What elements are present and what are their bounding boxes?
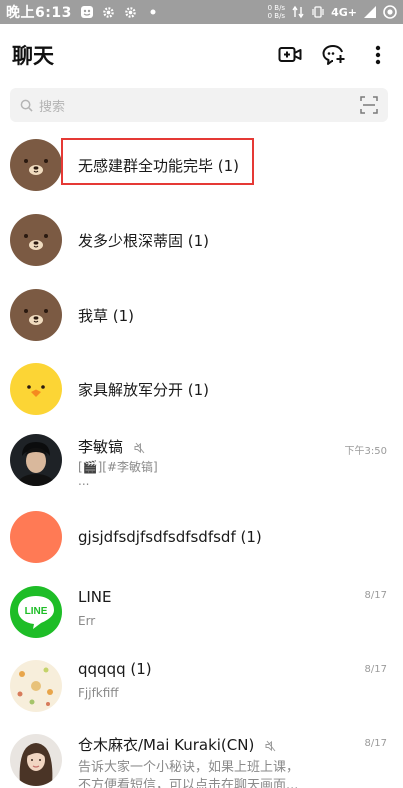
status-time: 晚上6:13 <box>6 5 72 21</box>
vibrate-icon <box>311 5 325 19</box>
page-title: 聊天 <box>12 44 54 68</box>
avatar <box>10 511 62 563</box>
chat-name: qqqqq (1) <box>78 660 152 678</box>
chat-preview: [🎬][#李敏镐] <box>78 460 158 474</box>
chat-name: 李敏镐 <box>78 436 146 457</box>
status-bar: 晚上6:13 0 B/s 0 B/s 4G+ <box>0 0 403 24</box>
brown-bear-icon <box>10 289 62 341</box>
chat-time: 下午3:50 <box>344 446 387 457</box>
search-input[interactable]: 搜索 <box>39 96 65 115</box>
brown-bear-icon <box>10 139 62 191</box>
settings-gear-icon <box>102 5 116 19</box>
chat-add-icon <box>322 45 345 65</box>
new-chat-button[interactable] <box>321 42 347 68</box>
svg-text:LINE: LINE <box>25 606 48 617</box>
chat-preview-2: ... <box>78 474 90 488</box>
app-header: 聊天 <box>0 24 403 86</box>
chat-preview-2: 不方便看短信，可以点击在聊天画面... <box>78 778 299 788</box>
network-type: 4G+ <box>331 5 357 19</box>
qr-scan-icon[interactable] <box>360 96 378 114</box>
avatar <box>10 434 62 486</box>
avatar <box>10 139 62 191</box>
photo-man-icon <box>10 434 62 486</box>
chat-name: 家具解放军分开 (1) <box>78 380 210 399</box>
chat-row[interactable]: 仓木麻衣/Mai Kuraki(CN) 8/17 告诉大家一个小秘诀，如果上班上… <box>0 722 403 788</box>
more-options-button[interactable] <box>365 42 391 68</box>
brown-bear-icon <box>10 214 62 266</box>
avatar <box>10 214 62 266</box>
cartoon-pattern-icon <box>10 660 62 712</box>
avatar <box>10 363 62 415</box>
ghost-app-icon <box>80 5 94 19</box>
chat-name: 我草 (1) <box>78 306 135 325</box>
chat-row[interactable]: 发多少根深蒂固 (1) <box>0 203 403 277</box>
chat-row[interactable]: LINE LINE 8/17 Err <box>0 574 403 648</box>
video-call-add-icon <box>278 47 302 62</box>
chat-name: 无感建群全功能完毕 (1) <box>78 156 240 175</box>
chat-name: gjsjdfsdjfsdfsdfsdfsdf (1) <box>78 528 262 546</box>
chat-time: 8/17 <box>364 738 387 749</box>
video-call-add-button[interactable] <box>277 42 303 68</box>
chat-name: 仓木麻衣/Mai Kuraki(CN) <box>78 734 277 755</box>
chat-name: 发多少根深蒂固 (1) <box>78 231 210 250</box>
search-icon <box>20 99 33 112</box>
battery-icon <box>383 5 397 19</box>
avatar <box>10 660 62 712</box>
chat-row[interactable]: 家具解放军分开 (1) <box>0 352 403 426</box>
chat-preview: 告诉大家一个小秘诀，如果上班上课， <box>78 760 300 775</box>
chat-row[interactable]: 李敏镐 下午3:50 [🎬][#李敏镐] ... <box>0 426 403 500</box>
chat-preview: Err <box>78 614 96 628</box>
avatar <box>10 734 62 786</box>
orange-circle-icon <box>10 511 62 563</box>
photo-woman-icon <box>10 734 62 786</box>
more-vertical-icon <box>375 45 381 65</box>
settings-gear-icon-2 <box>124 5 138 19</box>
data-transfer-icon <box>291 5 305 19</box>
chat-row[interactable]: 我草 (1) <box>0 278 403 352</box>
chat-row[interactable]: qqqqq (1) 8/17 Fjjfkfiff <box>0 648 403 722</box>
mute-icon <box>265 740 276 751</box>
yellow-chick-icon <box>10 363 62 415</box>
chat-name: LINE <box>78 588 112 606</box>
chat-time: 8/17 <box>364 664 387 675</box>
chat-time: 8/17 <box>364 590 387 601</box>
signal-icon <box>363 5 377 19</box>
avatar <box>10 289 62 341</box>
chat-preview: Fjjfkfiff <box>78 686 119 700</box>
chat-row[interactable]: 无感建群全功能完毕 (1) <box>0 128 403 202</box>
notification-dot-icon <box>146 5 160 19</box>
search-bar[interactable]: 搜索 <box>10 88 388 122</box>
chat-row[interactable]: gjsjdfsdjfsdfsdfsdfsdf (1) <box>0 500 403 574</box>
network-speed: 0 B/s 0 B/s <box>267 4 286 20</box>
line-logo-icon: LINE <box>10 586 62 638</box>
mute-icon <box>134 442 145 453</box>
avatar: LINE <box>10 586 62 638</box>
